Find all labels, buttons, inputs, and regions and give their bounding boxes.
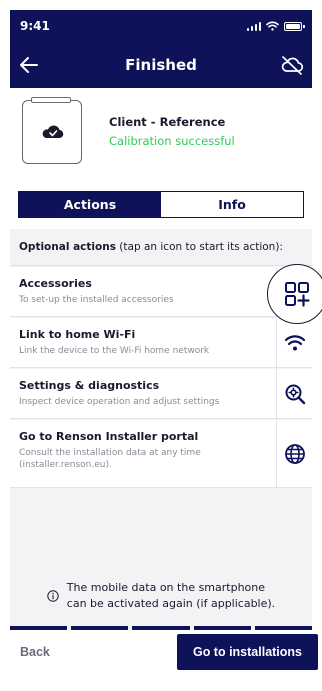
action-row-settings[interactable]: Settings & diagnostics Inspect device op… bbox=[10, 369, 312, 419]
progress-step bbox=[71, 626, 129, 630]
back-button[interactable]: Back bbox=[20, 641, 90, 663]
action-icon-cell[interactable] bbox=[276, 420, 312, 487]
info-note-line2: can be activated again (if applicable). bbox=[66, 597, 276, 610]
progress-step bbox=[132, 626, 190, 630]
progress-step bbox=[254, 626, 313, 630]
action-row-wifi[interactable]: Link to home Wi-Fi Link the device to th… bbox=[10, 318, 312, 368]
search-gear-icon[interactable] bbox=[284, 383, 306, 405]
actions-header-rest: (tap an icon to start its action): bbox=[115, 241, 283, 253]
wifi-status-icon bbox=[266, 21, 279, 31]
go-to-installations-button[interactable]: Go to installations bbox=[177, 634, 318, 670]
tab-info[interactable]: Info bbox=[161, 192, 303, 217]
progress-steps bbox=[10, 626, 313, 630]
action-desc: Consult the installation data at any tim… bbox=[19, 448, 201, 470]
action-title: Accessories bbox=[19, 277, 92, 290]
nav-bar: Finished bbox=[10, 42, 312, 88]
battery-icon bbox=[284, 21, 305, 31]
action-title: Link to home Wi-Fi bbox=[19, 328, 136, 341]
status-icons bbox=[246, 21, 305, 31]
info-icon bbox=[47, 590, 59, 602]
action-title: Settings & diagnostics bbox=[19, 379, 160, 392]
signal-icon bbox=[246, 21, 261, 31]
page-title: Finished bbox=[125, 56, 197, 74]
accessories-highlight[interactable] bbox=[267, 264, 322, 324]
device-image bbox=[22, 97, 82, 164]
status-time: 9:41 bbox=[20, 19, 50, 33]
device-lid bbox=[31, 97, 71, 103]
action-desc: Inspect device operation and adjust sett… bbox=[19, 397, 220, 407]
calibration-status: Calibration successful bbox=[109, 134, 235, 148]
tab-bar: Actions Info bbox=[18, 191, 304, 218]
arrow-left-icon[interactable] bbox=[18, 54, 40, 76]
progress-step bbox=[193, 626, 251, 630]
actions-header: Optional actions (tap an icon to start i… bbox=[10, 229, 312, 266]
action-icon-cell[interactable] bbox=[276, 318, 312, 367]
cloud-icon bbox=[42, 125, 64, 139]
tab-actions[interactable]: Actions bbox=[19, 192, 161, 217]
info-note: The mobile data on the smartphone can be… bbox=[10, 574, 312, 618]
action-desc: Link the device to the Wi-Fi home networ… bbox=[19, 346, 210, 356]
action-desc: To set-up the installed accessories bbox=[19, 295, 174, 305]
status-bar: 9:41 bbox=[10, 10, 312, 42]
action-title: Go to Renson Installer portal bbox=[19, 430, 199, 443]
client-name: Client - Reference bbox=[109, 115, 226, 129]
info-note-line1: The mobile data on the smartphone bbox=[66, 581, 266, 594]
progress-step bbox=[10, 626, 68, 630]
wifi-icon[interactable] bbox=[284, 332, 306, 354]
action-icon-cell[interactable] bbox=[276, 369, 312, 418]
actions-header-bold: Optional actions bbox=[19, 241, 116, 253]
action-row-portal[interactable]: Go to Renson Installer portal Consult th… bbox=[10, 420, 312, 488]
globe-icon[interactable] bbox=[284, 443, 306, 465]
cloud-off-icon[interactable] bbox=[280, 54, 304, 76]
grid-plus-icon[interactable] bbox=[284, 281, 310, 307]
